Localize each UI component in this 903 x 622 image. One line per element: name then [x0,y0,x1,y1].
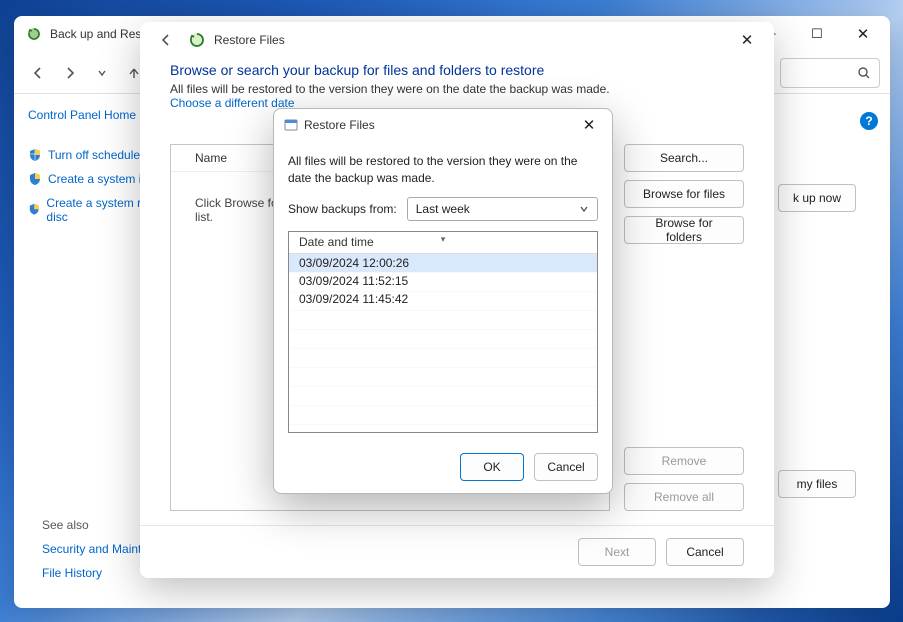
choose-date-dialog: Restore Files ✕ All files will be restor… [273,108,613,494]
cancel-button[interactable]: Cancel [666,538,744,566]
dialog-title: Restore Files [304,118,375,132]
recent-dropdown-icon[interactable] [88,59,116,87]
close-button[interactable]: ✕ [724,24,770,56]
listbox-column-label: Date and time [299,235,374,249]
close-button[interactable]: ✕ [840,18,886,50]
backup-date-listbox[interactable]: Date and time ▾ 03/09/2024 12:00:26 03/0… [288,231,598,433]
listbox-header[interactable]: Date and time ▾ [289,232,597,254]
dialog-description: All files will be restored to the versio… [288,153,598,187]
forward-button[interactable] [56,59,84,87]
restore-info: All files will be restored to the versio… [170,82,744,96]
back-button[interactable] [152,26,180,54]
list-item[interactable]: 03/09/2024 12:00:26 [289,254,597,272]
remove-button[interactable]: Remove [624,447,744,475]
restore-side-buttons: Search... Browse for files Browse for fo… [624,144,744,511]
shield-icon [28,172,42,186]
dialog-titlebar[interactable]: Restore Files ✕ [274,109,612,141]
close-button[interactable]: ✕ [572,112,606,138]
restore-files-icon [188,31,206,49]
remove-all-button[interactable]: Remove all [624,483,744,511]
search-icon [857,66,871,80]
chevron-down-icon [579,204,589,214]
next-button[interactable]: Next [578,538,656,566]
show-from-value: Last week [416,202,470,216]
restore-heading: Browse or search your backup for files a… [170,62,744,78]
shield-icon [28,203,40,217]
sidebar-label: Turn off schedule [48,148,140,162]
search-button[interactable]: Search... [624,144,744,172]
shield-icon [28,148,42,162]
backup-now-button[interactable]: k up now [778,184,856,212]
browse-folders-button[interactable]: Browse for folders [624,216,744,244]
restore-title: Restore Files [214,33,285,47]
dialog-footer: OK Cancel [274,443,612,493]
search-box[interactable] [780,58,880,88]
back-button[interactable] [24,59,52,87]
restore-my-files-button[interactable]: my files [778,470,856,498]
ok-button[interactable]: OK [460,453,524,481]
list-item[interactable]: 03/09/2024 11:45:42 [289,290,597,308]
show-from-label: Show backups from: [288,202,397,216]
dialog-icon [284,118,298,132]
backup-restore-icon [26,26,42,42]
browse-files-button[interactable]: Browse for files [624,180,744,208]
restore-footer: Next Cancel [140,525,774,578]
listbox-rows: 03/09/2024 12:00:26 03/09/2024 11:52:15 … [289,254,597,432]
cancel-button[interactable]: Cancel [534,453,598,481]
list-item[interactable]: 03/09/2024 11:52:15 [289,272,597,290]
restore-titlebar[interactable]: Restore Files ✕ [140,22,774,58]
sort-indicator-icon: ▾ [441,234,446,245]
show-from-select[interactable]: Last week [407,197,598,221]
help-icon[interactable]: ? [860,112,878,130]
maximize-button[interactable]: ☐ [794,18,840,50]
